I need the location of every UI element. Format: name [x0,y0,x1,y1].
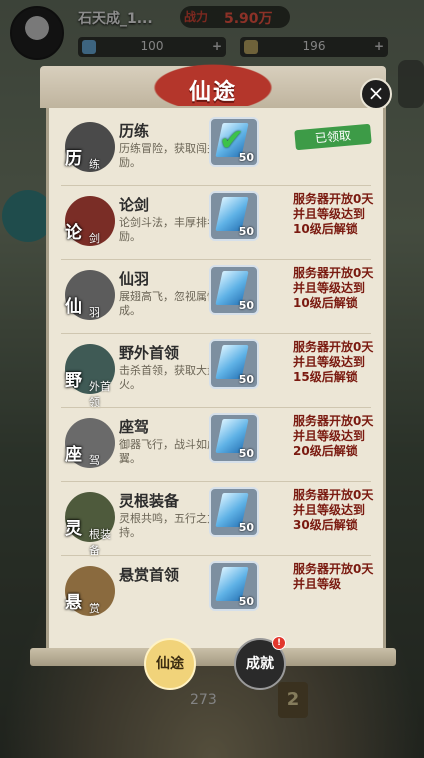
unlock-condition: 服务器开放0天并且等级达到20级后解锁 [293,414,374,458]
feature-icon: 座驾 [61,414,119,472]
feature-name: 历练 [119,122,150,140]
list-item: 灵根装备 灵根装备 灵根共鸣，五行之力加持。 50 服务器开放0天并且等级达到3… [49,482,383,557]
feature-name: 野外首领 [119,344,180,362]
list-item: 仙羽 仙羽 展翅高飞，忽视属性加成。 50 服务器开放0天并且等级达到10级后解… [49,260,383,334]
feature-name: 灵根装备 [119,492,180,510]
feature-icon: 灵根装备 [61,488,119,557]
list-item: 野外首领 野外首领 击杀首领，获取大量异火。 50 服务器开放0天并且等级达到1… [49,334,383,409]
list-item: 座驾 座驾 御器飞行，战斗如虎添翼。 50 服务器开放0天并且等级达到20级后解… [49,408,383,482]
feature-icon: 悬赏 [61,562,119,620]
unlock-condition: 服务器开放0天并且等级达到30级后解锁 [293,488,374,532]
list-item: 历练 历练 历练冒险，获取闯关奖励。 ✔ 50 已领取 [49,112,383,186]
feature-name: 座驾 [119,418,150,436]
reward-item[interactable]: 50 [209,561,259,611]
tab-achievement-label: 成就 [246,656,274,672]
dialog-title: 仙途 [188,80,237,105]
close-button[interactable]: × [360,78,392,110]
feature-icon: 野外首领 [61,340,119,409]
task-list[interactable]: 历练 历练 历练冒险，获取闯关奖励。 ✔ 50 已领取 论剑 论剑 论剑斗法，丰… [46,108,386,654]
reward-item[interactable]: 50 [209,265,259,315]
feature-name: 论剑 [119,196,150,214]
claimed-badge: 已领取 [294,123,372,151]
notification-dot: ! [272,636,286,650]
reward-item[interactable]: 50 [209,487,259,537]
tab-xiantu[interactable]: 仙途 [144,638,196,690]
reward-item[interactable]: 50 [209,191,259,241]
unlock-condition: 服务器开放0天并且等级达到10级后解锁 [293,192,374,236]
unlock-condition: 服务器开放0天并且等级达到10级后解锁 [293,266,374,310]
feature-icon: 仙羽 [61,266,119,324]
reward-item[interactable]: 50 [209,339,259,389]
feature-icon: 论剑 [61,192,119,250]
dialog-tabs: 仙途 成就 ! [0,630,424,700]
list-item: 悬赏 悬赏首领 50 服务器开放0天并且等级 [49,556,383,630]
unlock-condition: 服务器开放0天并且等级达到15级后解锁 [293,340,374,384]
feature-name: 悬赏首领 [119,566,180,584]
list-item: 论剑 论剑 论剑斗法，丰厚排名奖励。 50 服务器开放0天并且等级达到10级后解… [49,186,383,260]
feature-name: 仙羽 [119,270,150,288]
tab-achievement[interactable]: 成就 ! [234,636,286,690]
reward-item[interactable]: 50 [209,413,259,463]
feature-icon: 历练 [61,118,119,176]
xiantu-dialog: 仙途 × 历练 历练 历练冒险，获取闯关奖励。 ✔ 50 已领取 论剑 论剑 论… [30,60,396,666]
unlock-condition: 服务器开放0天并且等级 [293,562,374,591]
reward-item[interactable]: ✔ 50 [209,117,259,167]
